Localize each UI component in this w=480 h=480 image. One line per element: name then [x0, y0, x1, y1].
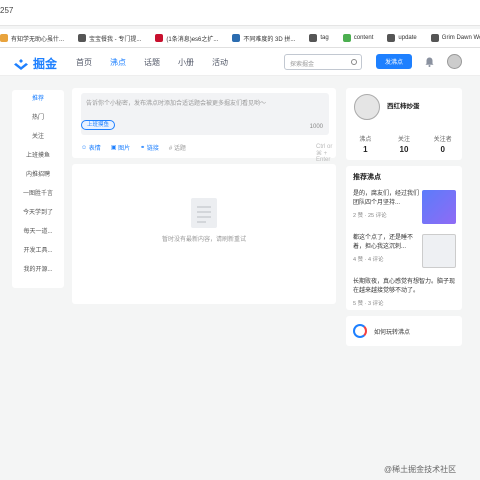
bookmarks-bar: 有知学无助心虽什... 宝宝餐我 - 专门提... (1条消息)es6之扩... 不同… [0, 29, 480, 48]
recommended-title: 推荐沸点 [353, 174, 381, 181]
bookmark-item[interactable]: (1条消息)es6之扩... [155, 34, 218, 43]
globe-icon [387, 34, 396, 42]
globe-icon [78, 34, 87, 42]
logo-text: 掘金 [33, 57, 58, 71]
csdn-icon [155, 34, 164, 42]
browser-url-bar[interactable]: 257 [0, 0, 480, 26]
sidebar-item[interactable]: 上班摸鱼 [12, 147, 64, 166]
sidebar-item[interactable]: 内推招聘 [12, 166, 64, 185]
topic-sidebar: 推荐 热门 关注 上班摸鱼 内推招聘 一图胜千言 今天学到了 每天一道... 开发工具... 我的… [12, 90, 64, 288]
nav-item[interactable]: 小册 [178, 57, 194, 68]
pin-composer: 告诉你个小秘密，发布沸点时添加合适话题会被更多掘友们看见哟～ 上班摸鱼 1000… [72, 88, 401, 163]
game-icon [430, 34, 439, 42]
bookmark-label: Grim Dawn World... [441, 35, 480, 41]
bookmark-item[interactable]: 不同难度的 3D 拼... [232, 34, 295, 43]
nav-item[interactable]: 话题 [144, 57, 160, 68]
bookmark-label: 宝宝餐我 - 专门提... [89, 36, 142, 43]
link-button[interactable]: ⚭ 链接 [140, 143, 159, 152]
pin-guide-icon [353, 324, 367, 338]
stat-value: 0 [440, 145, 445, 154]
stat-following[interactable]: 关注 10 [385, 134, 424, 154]
recommended-item[interactable]: 是的，腐友们，经过我们团队四个月坚持... 2 赞 · 25 评论 [353, 190, 456, 224]
bookmark-label: (1条消息)es6之扩... [166, 36, 219, 43]
site-logo[interactable]: 掘金 [12, 55, 57, 72]
profile-card: 西红柿炒蛋 沸点 1 关注 10 关注者 0 [346, 88, 462, 160]
bookmark-item[interactable]: Grim Dawn World... [430, 34, 480, 42]
recommended-pins: 推荐沸点 是的，腐友们，经过我们团队四个月坚持... 2 赞 · 25 评论 都… [346, 166, 462, 310]
page-icon [232, 34, 241, 42]
notification-bell-icon[interactable] [425, 57, 434, 67]
rec-text: 长期败夜，真心感觉有想智力。脑子现在越来越接觉够不动了。 [353, 279, 456, 294]
watermark: @稀土掘金技术社区 [384, 465, 457, 474]
juejin-logo-icon [14, 58, 28, 70]
top-nav: 掘金 首页 沸点 话题 小册 活动 探索掘金 发沸点 [0, 48, 480, 76]
empty-document-icon [191, 198, 217, 228]
recommended-item[interactable]: 长期败夜，真心感觉有想智力。脑子现在越来越接觉够不动了。 5 赞 · 3 评论 [353, 278, 456, 307]
search-icon[interactable] [351, 59, 357, 65]
pin-feed: 暂时没有最新内容，请刷新重试 [72, 164, 336, 304]
search-input[interactable]: 探索掘金 [284, 54, 362, 70]
rec-text: 都这个点了，还是睡不着，担心我这沉刺... [353, 235, 414, 250]
topic-button[interactable]: # 话题 [169, 143, 186, 152]
globe-icon [309, 34, 318, 42]
composer-toolbar: ☺ 表情 ▣ 图片 ⚭ 链接 # 话题 [81, 143, 196, 153]
bookmark-icon [0, 34, 8, 42]
bookmark-label: update [398, 35, 417, 41]
user-avatar[interactable] [447, 54, 462, 69]
bookmark-label: tag [320, 35, 329, 41]
image-button[interactable]: ▣ 图片 [111, 143, 130, 152]
nav-item[interactable]: 活动 [212, 57, 228, 68]
bookmark-item[interactable]: 有知学无助心虽什... [0, 34, 64, 43]
sidebar-item[interactable]: 今天学到了 [12, 204, 64, 223]
emoji-label: 表情 [88, 146, 101, 152]
sidebar-item[interactable]: 开发工具... [12, 242, 64, 261]
sidebar-item[interactable]: 每天一道... [12, 223, 64, 242]
chrome-icon [342, 34, 351, 42]
nav-items: 首页 沸点 话题 小册 活动 [76, 57, 246, 68]
bookmark-item[interactable]: tag [309, 34, 329, 42]
sidebar-item[interactable]: 推荐 [12, 90, 64, 109]
howto-label: 如何玩转沸点 [374, 330, 411, 336]
bookmark-item[interactable]: content [342, 34, 374, 42]
recommended-item[interactable]: 都这个点了，还是睡不着，担心我这沉刺... 4 赞 · 4 评论 [353, 234, 456, 268]
bookmark-label: 有知学无助心虽什... [11, 36, 65, 43]
sidebar-item[interactable]: 我的开源... [12, 261, 64, 280]
link-label: 链接 [146, 146, 159, 152]
emoji-button[interactable]: ☺ 表情 [81, 143, 101, 153]
profile-name[interactable]: 西红柿炒蛋 [387, 100, 420, 110]
image-label: 图片 [118, 146, 131, 152]
sidebar-item[interactable]: 关注 [12, 128, 64, 147]
nav-item[interactable]: 沸点 [110, 57, 126, 68]
empty-state-text: 暂时没有最新内容，请刷新重试 [161, 237, 246, 243]
shortcut-hint: Ctrl or ⌘ + Enter [316, 144, 333, 163]
rec-thumbnail [422, 190, 456, 224]
stat-followers[interactable]: 关注者 0 [423, 134, 462, 154]
stat-pins[interactable]: 沸点 1 [346, 134, 385, 154]
selected-topic-tag[interactable]: 上班摸鱼 [81, 120, 116, 130]
url-text: 257 [0, 6, 14, 15]
howto-card[interactable]: 如何玩转沸点 [346, 316, 462, 346]
rec-text: 是的，腐友们，经过我们团队四个月坚持... [353, 191, 420, 206]
stat-label: 关注者 [433, 137, 452, 143]
rec-thumbnail [422, 234, 456, 268]
char-counter: 1000 [309, 124, 323, 130]
composer-placeholder: 告诉你个小秘密，发布沸点时添加合适话题会被更多掘友们看见哟～ [86, 101, 267, 107]
sidebar-item[interactable]: 一图胜千言 [12, 185, 64, 204]
profile-stats: 沸点 1 关注 10 关注者 0 [346, 134, 462, 154]
stat-value: 1 [363, 145, 368, 154]
bookmark-item[interactable]: update [387, 34, 417, 42]
rec-meta: 5 赞 · 3 评论 [353, 301, 384, 307]
profile-avatar[interactable] [354, 94, 380, 120]
nav-item[interactable]: 首页 [76, 57, 92, 68]
create-pin-button[interactable]: 发沸点 [376, 54, 412, 69]
search-placeholder: 探索掘金 [290, 62, 315, 68]
stat-label: 关注 [398, 137, 411, 143]
stat-value: 10 [399, 145, 409, 154]
composer-textarea[interactable]: 告诉你个小秘密，发布沸点时添加合适话题会被更多掘友们看见哟～ [81, 93, 329, 135]
stat-label: 沸点 [359, 137, 372, 143]
bookmark-item[interactable]: 宝宝餐我 - 专门提... [78, 34, 141, 43]
sidebar-item[interactable]: 热门 [12, 109, 64, 128]
bookmark-label: 不同难度的 3D 拼... [243, 36, 296, 43]
bookmark-label: content [353, 35, 374, 41]
